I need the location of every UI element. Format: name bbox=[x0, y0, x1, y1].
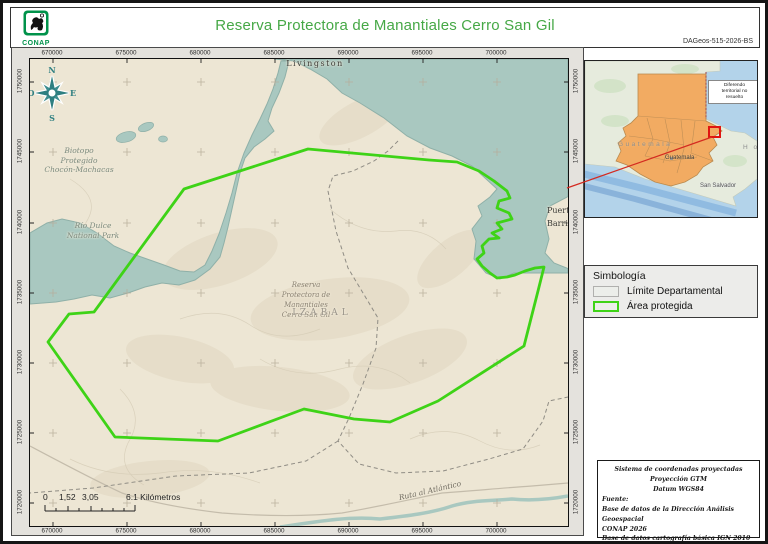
scalebar-3: 6.1 Kilómetros bbox=[126, 492, 180, 502]
compass-rose: N S E O bbox=[30, 65, 76, 123]
label-biotopo: Biotopo Protegido Chocón-Machacas bbox=[39, 147, 119, 174]
header: CONAP Reserva Protectora de Manantiales … bbox=[10, 7, 760, 48]
axis-label-x: 685000 bbox=[263, 528, 284, 535]
datum-line: Datum WGS84 bbox=[602, 485, 755, 495]
map-document: CONAP Reserva Protectora de Manantiales … bbox=[0, 0, 768, 544]
axis-label-y: 1750000 bbox=[17, 69, 24, 94]
axis-label-x: 690000 bbox=[337, 528, 358, 535]
axis-label-x: 700000 bbox=[485, 50, 506, 57]
info-box: Sistema de coordenadas proyectadas Proye… bbox=[597, 460, 760, 538]
label-izabal: IZABAL bbox=[282, 309, 362, 318]
scalebar-1: 1,52 bbox=[59, 492, 76, 502]
inset-country-label: Guatemala bbox=[618, 142, 672, 149]
axis-label-x: 685000 bbox=[263, 50, 284, 57]
source-line-3: Base de datos cartografía básica IGN 201… bbox=[602, 534, 755, 544]
conap-logo-text: CONAP bbox=[19, 40, 53, 47]
inset-city-label: Guatemala bbox=[665, 155, 694, 161]
legend-item-area-protegida: Área protegida bbox=[593, 300, 757, 315]
axis-label-x: 700000 bbox=[485, 528, 506, 535]
axis-label-x: 680000 bbox=[189, 528, 210, 535]
map-block: 670000 670000 675000 675000 680000 680000 6850… bbox=[11, 47, 584, 536]
axis-label-x: 675000 bbox=[115, 50, 136, 57]
projection-line: Proyección GTM bbox=[602, 475, 755, 485]
axis-label-y: 1745000 bbox=[573, 139, 580, 164]
axis-label-y: 1725000 bbox=[573, 420, 580, 445]
scalebar: 0 1,52 3,05 6.1 Kilómetros bbox=[40, 492, 240, 520]
axis-label-x: 670000 bbox=[41, 528, 62, 535]
label-livingston: Livingston bbox=[270, 60, 360, 68]
svg-text:O: O bbox=[30, 88, 35, 98]
axis-label-y: 1735000 bbox=[17, 280, 24, 305]
axis-label-y: 1750000 bbox=[573, 69, 580, 94]
legend-title: Simbología bbox=[593, 270, 757, 282]
axis-label-x: 670000 bbox=[41, 50, 62, 57]
page-title: Reserva Protectora de Manantiales Cerro … bbox=[11, 17, 759, 34]
legend-item-limite: Límite Departamental bbox=[593, 285, 757, 300]
axis-label-y: 1730000 bbox=[17, 350, 24, 375]
axis-label-y: 1720000 bbox=[573, 490, 580, 515]
axis-label-x: 695000 bbox=[411, 50, 432, 57]
department-boundary-swatch bbox=[593, 286, 619, 297]
river-bottom bbox=[280, 496, 568, 526]
scalebar-2: 3,05 bbox=[82, 492, 99, 502]
sea-bahia-amatique bbox=[274, 59, 568, 279]
fuente-label: Fuente: bbox=[602, 495, 755, 505]
doc-code: DAGeos-515-2026-BS bbox=[683, 38, 753, 45]
axis-label-y: 1730000 bbox=[573, 350, 580, 375]
inset-map: Guatemala Guatemala San Salvador H o Dif… bbox=[584, 60, 758, 218]
source-line-1: Base de datos de la Dirección Análisis G… bbox=[602, 505, 755, 525]
axis-label-x: 675000 bbox=[115, 528, 136, 535]
axis-label-x: 680000 bbox=[189, 50, 210, 57]
axis-label-y: 1725000 bbox=[17, 420, 24, 445]
main-map: N S E O Livingston Biotopo Protegido Cho… bbox=[29, 58, 569, 527]
svg-text:E: E bbox=[70, 88, 76, 98]
svg-text:N: N bbox=[48, 65, 55, 75]
protected-area-swatch bbox=[593, 301, 619, 312]
scalebar-0: 0 bbox=[43, 492, 48, 502]
small-lagoons bbox=[115, 121, 167, 145]
source-line-2: CONAP 2026 bbox=[602, 525, 755, 535]
legend: Simbología Límite Departamental Área pro… bbox=[584, 265, 758, 318]
inset-san-salvador-label: San Salvador bbox=[700, 183, 736, 189]
label-rio-dulce: Río Dulce National Park bbox=[53, 222, 133, 239]
inset-note-box: Diferendo territorial no resuelto bbox=[708, 80, 758, 104]
axis-label-y: 1745000 bbox=[17, 139, 24, 164]
label-puerto-barrios: Puerto Barrios bbox=[547, 207, 569, 228]
axis-label-x: 695000 bbox=[411, 528, 432, 535]
axis-label-y: 1740000 bbox=[17, 210, 24, 235]
axis-label-y: 1740000 bbox=[573, 210, 580, 235]
inset-honduras-label: H o bbox=[743, 145, 758, 152]
crs-line: Sistema de coordenadas proyectadas bbox=[602, 465, 755, 475]
axis-label-x: 690000 bbox=[337, 50, 358, 57]
axis-label-y: 1720000 bbox=[17, 490, 24, 515]
axis-label-y: 1735000 bbox=[573, 280, 580, 305]
svg-text:S: S bbox=[49, 113, 55, 123]
